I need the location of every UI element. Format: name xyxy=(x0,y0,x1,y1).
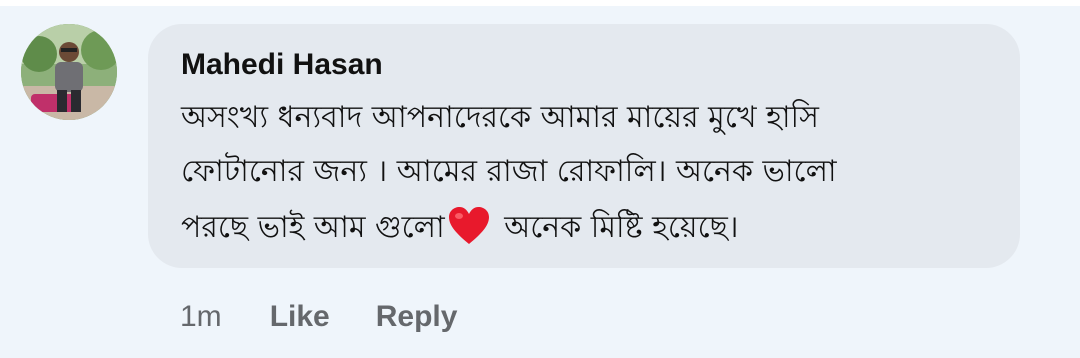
comment-text-line-3: পরছে ভাই আম গুলো অনেক মিষ্টি হয়েছে। xyxy=(181,206,739,257)
avatar[interactable] xyxy=(21,24,117,120)
like-button[interactable]: Like xyxy=(270,300,330,334)
comment-author[interactable]: Mahedi Hasan xyxy=(181,48,383,82)
top-edge xyxy=(0,0,1080,6)
comment-actions: 1m Like Reply xyxy=(180,296,457,338)
comment-timestamp[interactable]: 1m xyxy=(180,300,222,334)
reply-button[interactable]: Reply xyxy=(376,300,458,334)
comment-text-segment: অনেক মিষ্টি হয়েছে। xyxy=(494,210,739,245)
profile-photo-icon xyxy=(21,24,117,120)
red-heart-icon xyxy=(447,206,491,257)
comment-text-line-1: অসংখ্য ধন্যবাদ আপনাদেরকে আমার মায়ের মুখ… xyxy=(181,100,819,135)
comment-text-segment: পরছে ভাই আম গুলো xyxy=(181,210,445,245)
comment-text-line-2: ফোটানোর জন্য । আমের রাজা রোফালি। অনেক ভা… xyxy=(181,154,837,189)
